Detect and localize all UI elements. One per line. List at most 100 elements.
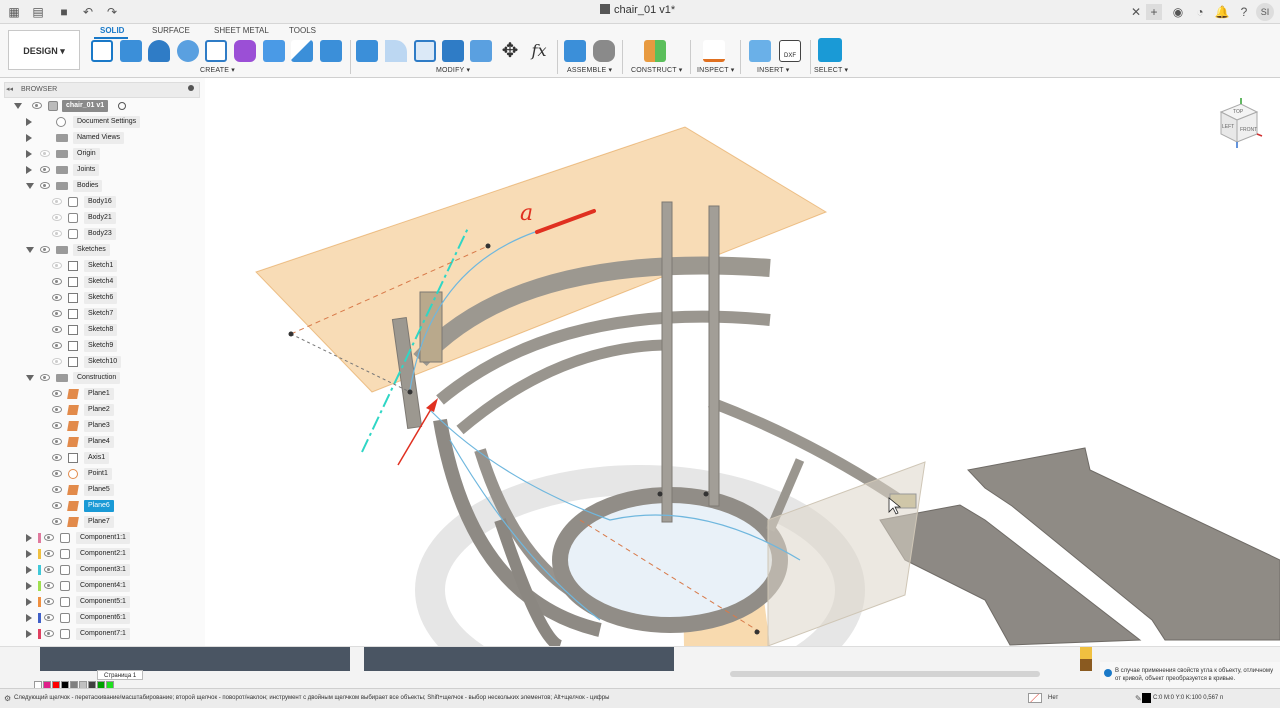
browser-item-joints[interactable]: Joints (0, 163, 205, 177)
create-form-icon[interactable] (234, 40, 256, 62)
browser-item-component2[interactable]: Component2:1 (0, 547, 205, 561)
expanded-arrow-icon[interactable] (26, 375, 34, 381)
new-component-icon[interactable] (564, 40, 586, 62)
visibility-eye-icon[interactable] (44, 614, 54, 621)
fill-none-icon[interactable] (1028, 693, 1042, 703)
expanded-arrow-icon[interactable] (26, 183, 34, 189)
box-icon[interactable] (320, 40, 342, 62)
collapsed-arrow-icon[interactable] (26, 566, 32, 574)
select-icon[interactable] (818, 38, 842, 62)
browser-header[interactable]: BROWSER (4, 82, 200, 98)
viewcube[interactable]: TOP FRONT LEFT (1213, 98, 1263, 148)
create-sketch-icon[interactable] (91, 40, 113, 62)
visibility-eye-icon[interactable] (40, 246, 50, 253)
undo-icon[interactable]: ↶ (80, 4, 96, 20)
pen-icon[interactable]: ✎ (1135, 694, 1142, 703)
construct-menu[interactable]: CONSTRUCT ▾ (631, 66, 682, 74)
visibility-eye-icon[interactable] (40, 150, 50, 157)
insert-image-icon[interactable] (749, 40, 771, 62)
notifications-icon[interactable]: 🔔 (1214, 4, 1230, 20)
collapsed-arrow-icon[interactable] (26, 134, 32, 142)
move-copy-icon[interactable]: ✥ (499, 40, 521, 62)
measure-icon[interactable] (703, 40, 725, 62)
tab-solid[interactable]: SOLID (100, 26, 124, 35)
viewcube-icon[interactable]: TOP FRONT LEFT (1213, 98, 1263, 148)
shell-icon[interactable] (414, 40, 436, 62)
browser-item-construction[interactable]: Construction (0, 371, 205, 385)
inspect-menu[interactable]: INSPECT ▾ (697, 66, 734, 74)
expanded-arrow-icon[interactable] (26, 247, 34, 253)
browser-item-sketch4[interactable]: Sketch4 (0, 275, 205, 289)
3d-viewport[interactable]: a (205, 78, 1280, 646)
browser-item-body16[interactable]: Body16 (0, 195, 205, 209)
extensions-icon[interactable]: ◉ (1170, 4, 1186, 20)
browser-item-plane6[interactable]: Plane6 (0, 499, 205, 513)
page-tab[interactable]: Страница 1 (97, 670, 144, 680)
collapsed-arrow-icon[interactable] (26, 598, 32, 606)
browser-item-sketch6[interactable]: Sketch6 (0, 291, 205, 305)
visibility-eye-icon[interactable] (52, 502, 62, 509)
visibility-eye-icon[interactable] (52, 326, 62, 333)
browser-item-named_views[interactable]: Named Views (0, 131, 205, 145)
visibility-eye-icon[interactable] (52, 358, 62, 365)
close-tab-icon[interactable]: ✕ (1128, 4, 1144, 20)
browser-item-point1[interactable]: Point1 (0, 467, 205, 481)
browser-item-component1[interactable]: Component1:1 (0, 531, 205, 545)
fillet-icon[interactable] (385, 40, 407, 62)
browser-item-component7[interactable]: Component7:1 (0, 627, 205, 641)
visibility-eye-icon[interactable] (40, 374, 50, 381)
color-swatch-stack[interactable] (1080, 647, 1092, 671)
insert-menu[interactable]: INSERT ▾ (757, 66, 789, 74)
collapsed-arrow-icon[interactable] (26, 534, 32, 542)
settings-icon[interactable]: ⚙ (4, 694, 11, 703)
browser-item-axis1[interactable]: Axis1 (0, 451, 205, 465)
select-menu[interactable]: SELECT ▾ (814, 66, 848, 74)
image-thumbnail-1[interactable] (40, 647, 350, 671)
user-avatar[interactable]: SI (1256, 3, 1274, 21)
new-tab-icon[interactable]: + (1146, 4, 1162, 20)
browser-item-sketch1[interactable]: Sketch1 (0, 259, 205, 273)
workspace-switcher-button[interactable]: DESIGN ▾ (8, 30, 80, 70)
browser-item-document_settings[interactable]: Document Settings (0, 115, 205, 129)
tab-sheet-metal[interactable]: SHEET METAL (214, 26, 269, 35)
visibility-eye-icon[interactable] (52, 406, 62, 413)
tab-surface[interactable]: SURFACE (152, 26, 190, 35)
visibility-eye-icon[interactable] (52, 294, 62, 301)
joint-icon[interactable] (593, 40, 615, 62)
browser-item-sketches[interactable]: Sketches (0, 243, 205, 257)
visibility-eye-icon[interactable] (52, 230, 62, 237)
pattern-icon[interactable] (205, 40, 227, 62)
browser-item-origin[interactable]: Origin (0, 147, 205, 161)
pin-icon[interactable] (188, 85, 194, 91)
browser-item-plane2[interactable]: Plane2 (0, 403, 205, 417)
help-icon[interactable]: ? (1236, 4, 1252, 20)
browser-item-sketch8[interactable]: Sketch8 (0, 323, 205, 337)
split-body-icon[interactable] (442, 40, 464, 62)
visibility-eye-icon[interactable] (44, 598, 54, 605)
browser-item-component4[interactable]: Component4:1 (0, 579, 205, 593)
insert-dxf-icon[interactable]: DXF (779, 40, 801, 62)
visibility-eye-icon[interactable] (52, 438, 62, 445)
job-status-icon[interactable]: ◔ (1192, 4, 1208, 20)
visibility-eye-icon[interactable] (52, 454, 62, 461)
create-menu[interactable]: CREATE ▾ (200, 66, 235, 74)
collapsed-arrow-icon[interactable] (26, 150, 32, 158)
tab-tools[interactable]: TOOLS (289, 26, 316, 35)
align-icon[interactable] (470, 40, 492, 62)
hole-icon[interactable] (177, 40, 199, 62)
visibility-eye-icon[interactable] (52, 278, 62, 285)
browser-item-bodies[interactable]: Bodies (0, 179, 205, 193)
collapsed-arrow-icon[interactable] (26, 118, 32, 126)
activate-radio-icon[interactable] (118, 102, 126, 110)
visibility-eye-icon[interactable] (52, 422, 62, 429)
model-canvas[interactable]: a (205, 78, 1280, 646)
combine-icon[interactable] (263, 40, 285, 62)
visibility-eye-icon[interactable] (44, 582, 54, 589)
browser-item-plane5[interactable]: Plane5 (0, 483, 205, 497)
browser-item-sketch7[interactable]: Sketch7 (0, 307, 205, 321)
outline-color-icon[interactable] (1142, 693, 1151, 703)
browser-item-body21[interactable]: Body21 (0, 211, 205, 225)
visibility-eye-icon[interactable] (52, 518, 62, 525)
visibility-eye-icon[interactable] (44, 566, 54, 573)
visibility-eye-icon[interactable] (52, 310, 62, 317)
